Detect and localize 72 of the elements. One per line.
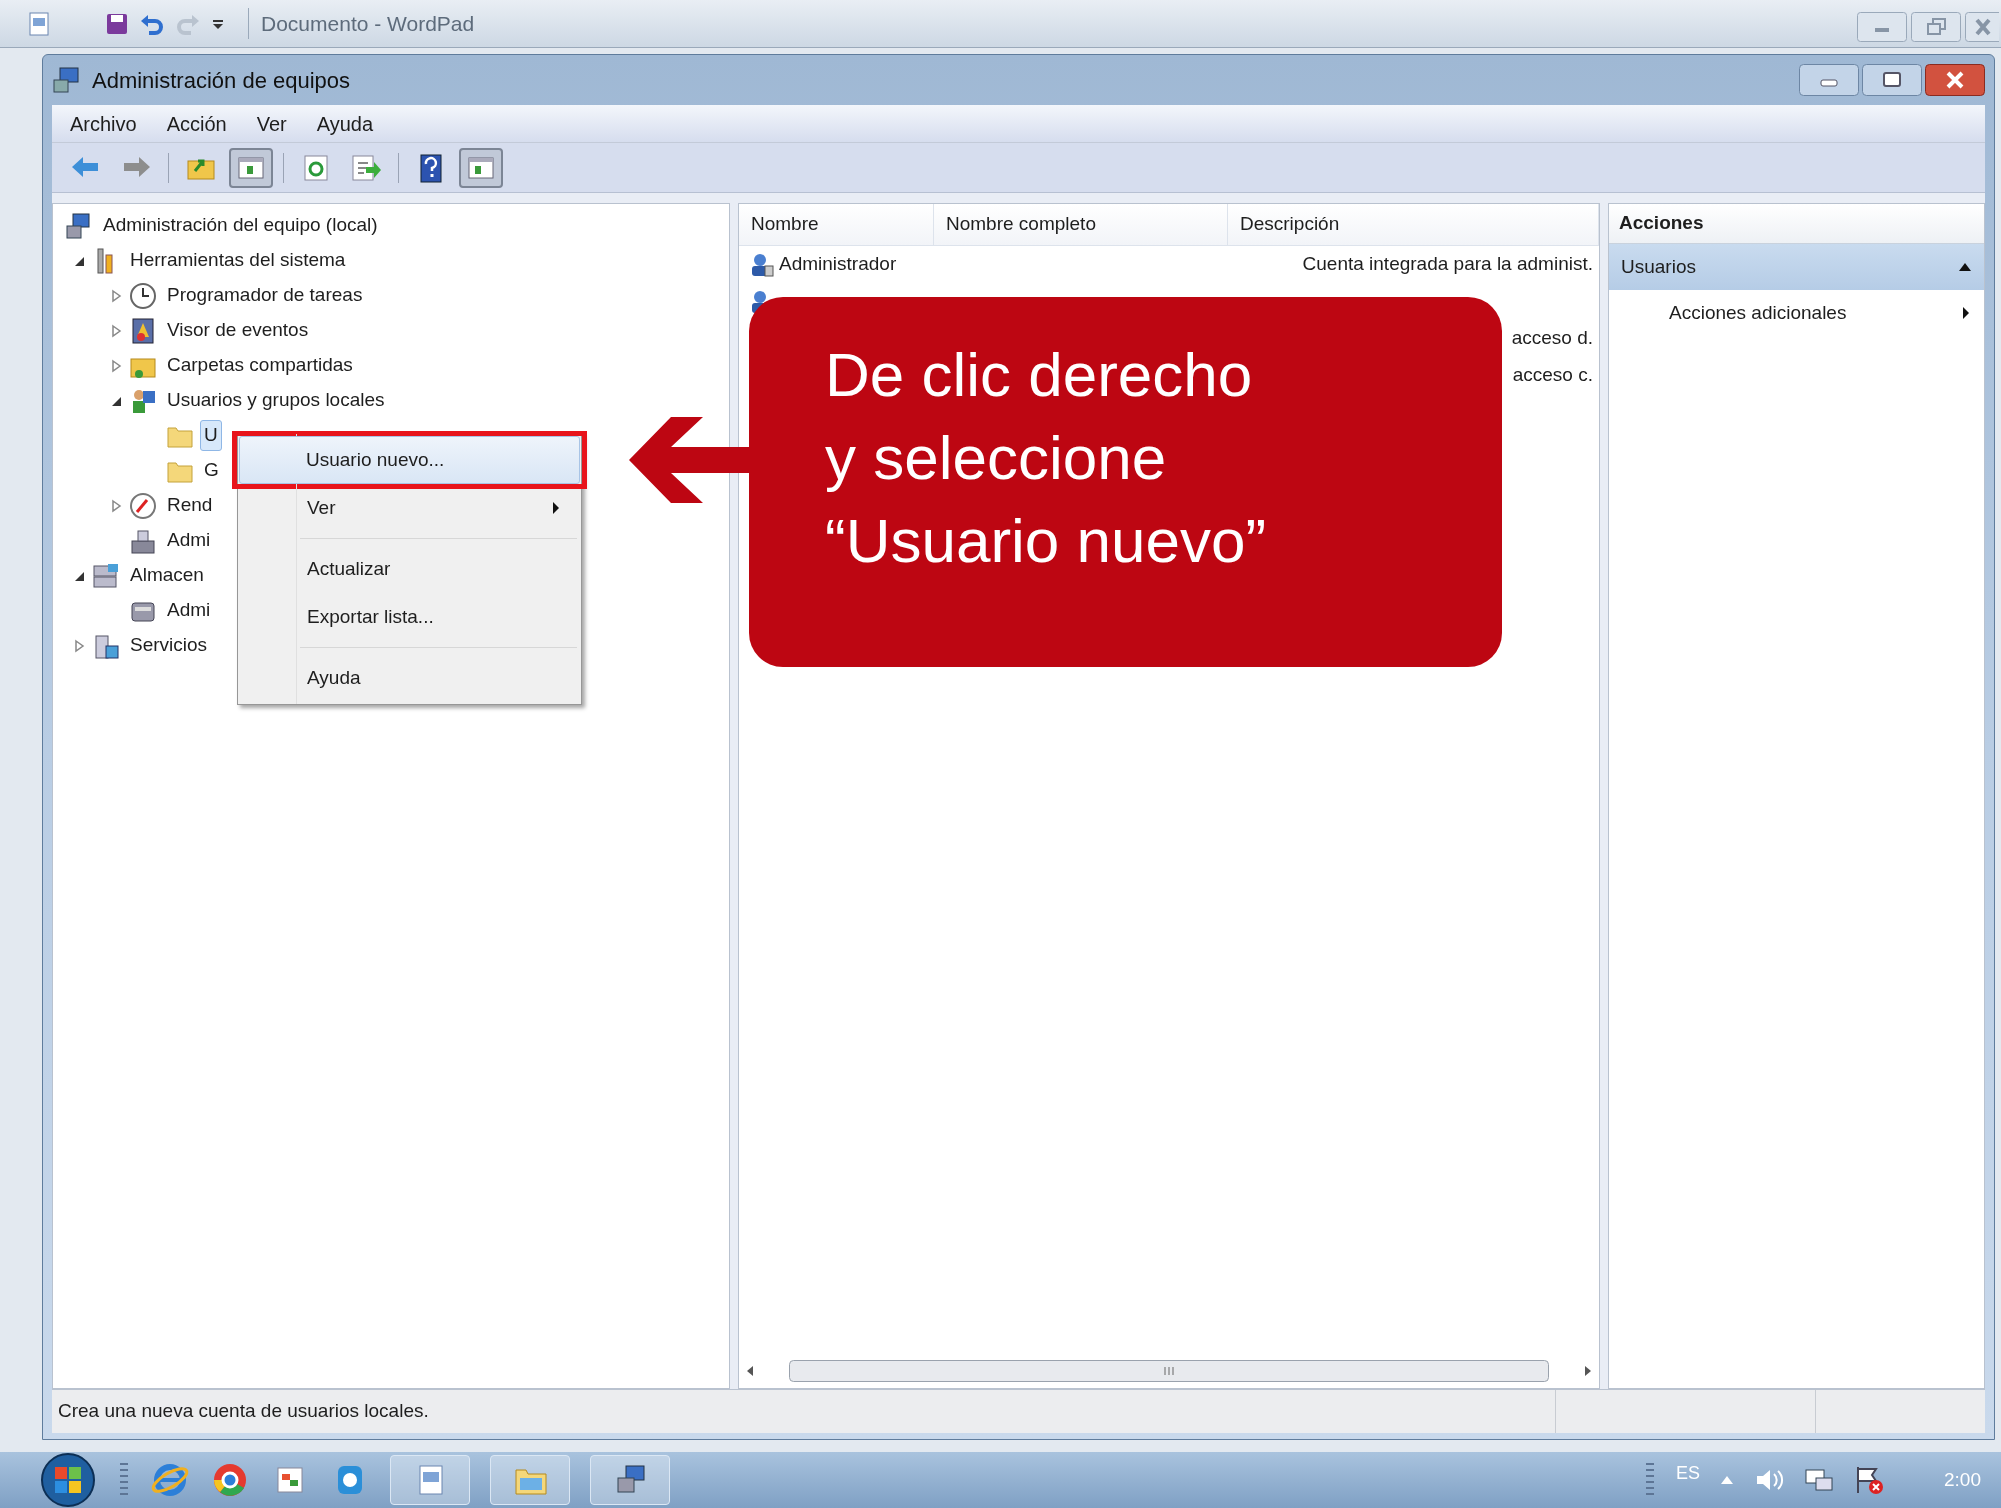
collapsed-arrow-icon[interactable] bbox=[109, 323, 123, 338]
tree-item[interactable]: Admi bbox=[163, 595, 215, 626]
menu-item[interactable]: Ayuda bbox=[316, 108, 374, 139]
callout-text: y seleccione bbox=[825, 422, 1168, 494]
menu-item[interactable]: Exportar lista... bbox=[240, 593, 579, 641]
scroll-left-icon[interactable] bbox=[745, 1365, 755, 1377]
computer-icon bbox=[65, 211, 93, 240]
computer-icon bbox=[52, 66, 80, 94]
collapsed-arrow-icon[interactable] bbox=[109, 498, 123, 513]
document-icon bbox=[28, 11, 50, 36]
menu-item[interactable]: Archivo bbox=[70, 108, 137, 139]
status-text: Crea una nueva cuenta de usuarios locales. bbox=[57, 1399, 430, 1424]
clock-icon bbox=[129, 281, 157, 310]
tree-item[interactable]: Programador de tareas bbox=[163, 280, 367, 311]
close-icon[interactable] bbox=[1925, 64, 1985, 96]
storage-icon bbox=[92, 561, 120, 590]
minimize-icon[interactable] bbox=[1857, 12, 1907, 42]
tree-item[interactable]: Servicios bbox=[126, 630, 212, 661]
window-title: Documento - WordPad bbox=[248, 7, 475, 40]
tree-item[interactable]: Visor de eventos bbox=[163, 315, 313, 346]
gauge-icon bbox=[129, 491, 157, 520]
action-item[interactable]: Acciones adicionales bbox=[1609, 290, 1984, 336]
export-icon bbox=[350, 152, 382, 183]
tree-item[interactable]: Rend bbox=[163, 490, 217, 521]
tree-item[interactable]: Herramientas del sistema bbox=[126, 245, 350, 276]
tree-item[interactable]: Admi bbox=[163, 525, 215, 556]
callout-text: De clic derecho bbox=[825, 339, 1254, 411]
tree-item[interactable]: U bbox=[200, 420, 222, 451]
event-log-icon bbox=[129, 316, 157, 345]
section-header[interactable]: Usuarios bbox=[1609, 244, 1984, 290]
table-cell-text: acceso c. bbox=[1512, 363, 1593, 388]
submenu-arrow-icon bbox=[1962, 306, 1970, 320]
menu-item[interactable]: Usuario nuevo... bbox=[239, 436, 580, 484]
action-label: Acciones adicionales bbox=[1669, 300, 1847, 325]
menu-item[interactable]: Acción bbox=[166, 108, 227, 139]
menu-item[interactable]: Ver bbox=[256, 108, 287, 139]
column-header[interactable]: Descripción bbox=[1228, 204, 1599, 245]
column-header[interactable]: Nombre bbox=[739, 204, 934, 245]
maximize-icon[interactable] bbox=[1862, 64, 1922, 96]
flag-alert-icon[interactable] bbox=[1854, 1465, 1884, 1495]
collapsed-arrow-icon[interactable] bbox=[109, 358, 123, 373]
taskbar-button[interactable] bbox=[490, 1455, 570, 1505]
callout-text: “Usuario nuevo” bbox=[825, 505, 1268, 577]
tree-item[interactable]: Carpetas compartidas bbox=[163, 350, 357, 381]
undo-icon[interactable] bbox=[140, 12, 164, 35]
user-icon bbox=[749, 251, 775, 278]
network-icon[interactable] bbox=[1804, 1466, 1834, 1494]
table-cell-text: Administrador bbox=[779, 252, 897, 277]
section-title: Usuarios bbox=[1621, 254, 1696, 279]
save-icon[interactable] bbox=[106, 12, 128, 35]
restore-icon[interactable] bbox=[1911, 12, 1961, 42]
tree-item[interactable]: Almacen bbox=[126, 560, 208, 591]
table-cell-text: acceso d. bbox=[1511, 326, 1593, 351]
tree-item[interactable]: Administración del equipo (local) bbox=[99, 210, 382, 241]
collapsed-arrow-icon[interactable] bbox=[109, 288, 123, 303]
table-cell-text: Cuenta integrada para la administ. bbox=[1302, 252, 1593, 277]
minimize-icon[interactable] bbox=[1799, 64, 1859, 96]
show-hidden-icons-icon[interactable] bbox=[1720, 1475, 1734, 1485]
scroll-right-icon[interactable] bbox=[1583, 1365, 1593, 1377]
menu-item[interactable]: Ayuda bbox=[240, 654, 579, 702]
collapse-arrow-icon[interactable] bbox=[1958, 262, 1972, 272]
start-orb-icon[interactable] bbox=[38, 1453, 98, 1507]
column-header[interactable]: Nombre completo bbox=[934, 204, 1228, 245]
collapsed-arrow-icon[interactable] bbox=[72, 638, 86, 653]
tree-item[interactable]: G bbox=[200, 455, 223, 486]
menu-item[interactable]: Ver bbox=[240, 484, 579, 532]
tree-item[interactable]: Usuarios y grupos locales bbox=[163, 385, 389, 416]
window-title: Administración de equipos bbox=[92, 66, 351, 95]
dropdown-arrow-icon[interactable] bbox=[212, 17, 224, 30]
taskbar-button[interactable] bbox=[590, 1455, 670, 1505]
menu-item[interactable]: Actualizar bbox=[240, 545, 579, 593]
taskbar-button[interactable] bbox=[390, 1455, 470, 1505]
